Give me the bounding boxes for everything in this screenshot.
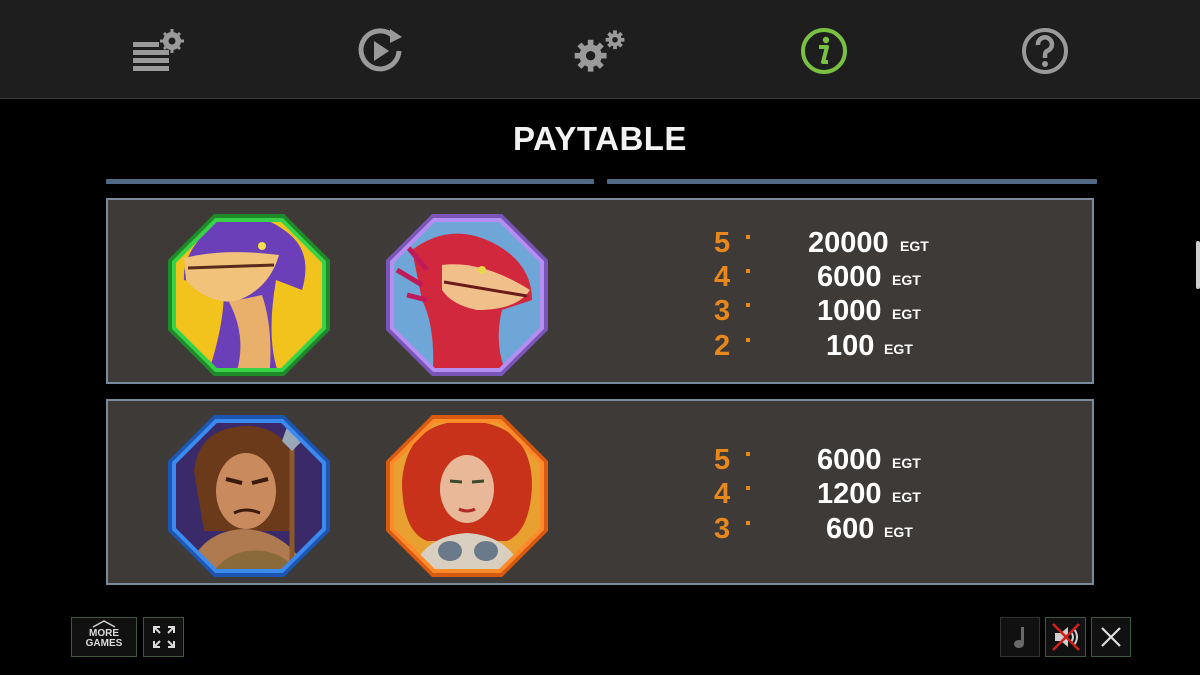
music-button[interactable] [1000, 617, 1040, 657]
sound-button[interactable] [1045, 617, 1086, 657]
payout-row: 3 1000 EGT [714, 295, 974, 327]
payout-dot [746, 303, 750, 307]
more-games-button[interactable]: MORE GAMES [71, 617, 137, 657]
payout-dot [746, 338, 750, 342]
scroll-handle[interactable] [1196, 241, 1200, 289]
cavewoman-symbol [386, 415, 548, 577]
info-icon [801, 28, 847, 74]
more-games-line2: GAMES [85, 638, 123, 649]
payout-count: 3 [714, 513, 731, 545]
page-title: PAYTABLE [513, 120, 687, 157]
section-divider-right [607, 179, 1097, 184]
payout-count: 4 [714, 478, 731, 510]
payout-dot [746, 521, 750, 525]
payout-value: 100 [826, 330, 875, 362]
paytable-panel-cave-people: 5 6000 EGT 4 1200 EGT 3 600 EGT [106, 399, 1094, 585]
payout-row: 2 100 EGT [714, 330, 974, 362]
help-button[interactable] [1015, 22, 1075, 80]
payout-row: 4 6000 EGT [714, 261, 974, 293]
payout-dot [746, 269, 750, 273]
gear-icon [574, 30, 625, 72]
payout-value: 1000 [817, 295, 882, 327]
settings-button[interactable] [570, 22, 630, 80]
payout-unit: EGT [892, 455, 921, 471]
payout-value: 6000 [817, 444, 882, 476]
payout-unit: EGT [884, 524, 913, 540]
bet-settings-icon [133, 29, 184, 71]
payout-value: 20000 [808, 227, 889, 259]
top-menu-bar [0, 0, 1200, 99]
payout-value: 1200 [817, 478, 882, 510]
fullscreen-icon [152, 626, 175, 648]
autoplay-button[interactable] [350, 22, 410, 80]
payout-count: 5 [714, 444, 731, 476]
payout-dot [746, 235, 750, 239]
payout-unit: EGT [892, 306, 921, 322]
payout-value: 600 [826, 513, 875, 545]
payout-count: 4 [714, 261, 731, 293]
help-icon [1022, 28, 1068, 74]
more-games-label: MORE GAMES [74, 620, 134, 654]
payout-unit: EGT [900, 238, 929, 254]
payout-dot [746, 452, 750, 456]
payout-row: 5 20000 EGT [714, 227, 974, 259]
red-dragon-symbol [386, 214, 548, 376]
bet-settings-button[interactable] [128, 22, 188, 80]
close-button[interactable] [1091, 617, 1131, 657]
payout-count: 5 [714, 227, 731, 259]
music-note-icon [1014, 627, 1024, 648]
purple-dinosaur-symbol [168, 214, 330, 376]
payout-unit: EGT [892, 272, 921, 288]
info-button[interactable] [794, 22, 854, 80]
payout-unit: EGT [892, 489, 921, 505]
payout-dot [746, 486, 750, 490]
caveman-symbol [168, 415, 330, 577]
house-roof-icon [92, 620, 116, 628]
sound-muted-icon [1051, 623, 1080, 651]
close-icon [1101, 627, 1121, 647]
paytable-panel-dragons: 5 20000 EGT 4 6000 EGT 3 1000 EGT 2 100 … [106, 198, 1094, 384]
payout-count: 3 [714, 295, 731, 327]
replay-icon [358, 28, 402, 72]
payout-row: 3 600 EGT [714, 513, 974, 545]
fullscreen-button[interactable] [143, 617, 184, 657]
payout-value: 6000 [817, 261, 882, 293]
payout-row: 5 6000 EGT [714, 444, 974, 476]
section-divider-left [106, 179, 594, 184]
payout-row: 4 1200 EGT [714, 478, 974, 510]
payout-unit: EGT [884, 341, 913, 357]
payout-count: 2 [714, 330, 731, 362]
